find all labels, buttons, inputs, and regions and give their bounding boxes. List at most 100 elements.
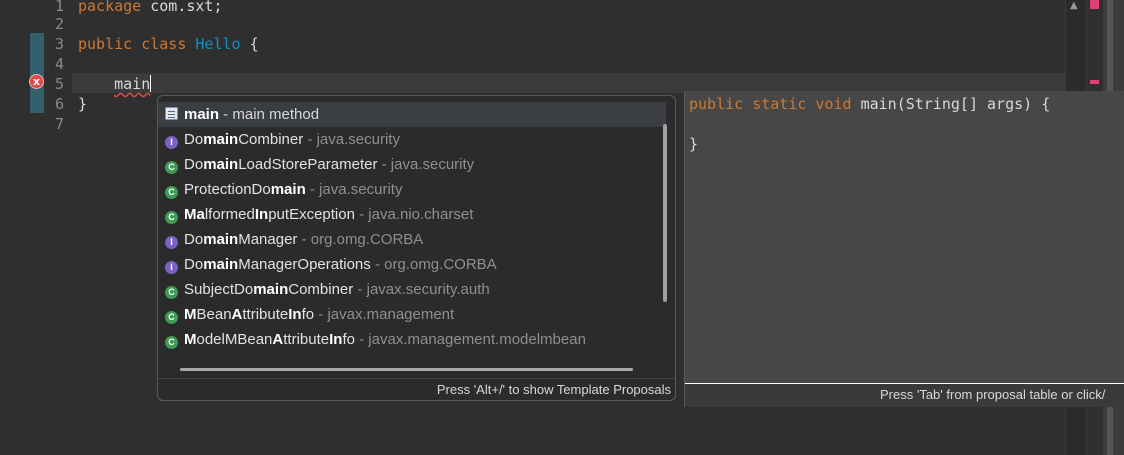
code-text: } — [689, 135, 699, 153]
line-number: 7 — [54, 115, 64, 133]
proposal-match: In — [254, 206, 269, 223]
keyword: public class — [78, 35, 187, 53]
proposal-sep: - — [314, 306, 328, 323]
proposal-name: Combiner — [288, 281, 354, 298]
proposal-name: fo — [342, 331, 355, 348]
proposal-sep: - — [297, 231, 311, 248]
proposal-name: putException — [268, 206, 355, 223]
proposal-match: main — [270, 181, 306, 198]
code-text: main(String[] args) { — [851, 95, 1051, 113]
proposal-package: java.security — [319, 181, 403, 198]
proposal-sep: - — [377, 156, 391, 173]
proposal-package: javax.management.modelmbean — [368, 331, 586, 348]
interface-icon: I — [165, 136, 178, 149]
interface-icon: I — [165, 261, 178, 274]
proposal-item[interactable]: I DomainManager - org.omg.CORBA — [158, 227, 666, 252]
code-line-1[interactable]: package com.sxt; — [78, 0, 223, 16]
proposal-name: ManagerOperations — [238, 256, 371, 273]
code-line-6[interactable]: } — [78, 94, 87, 114]
code-line-3[interactable]: public class Hello { — [78, 34, 259, 54]
proposal-match: main — [203, 231, 239, 248]
proposal-name: Do — [184, 256, 204, 273]
proposal-match: A — [272, 331, 284, 348]
proposal-item[interactable]: C DomainLoadStoreParameter - java.securit… — [158, 152, 666, 177]
proposal-match: M — [184, 331, 197, 348]
proposal-sep: - — [354, 206, 369, 223]
proposal-name: fo — [301, 306, 315, 323]
proposal-item[interactable]: C SubjectDomainCombiner - javax.security.… — [158, 277, 666, 302]
content-assist-popup[interactable]: main - main method I DomainCombiner - jav… — [157, 95, 676, 401]
line-number-gutter: 1 2 3 4 5 6 7 x — [0, 0, 72, 455]
proposal-name: ttribute — [242, 306, 289, 323]
line-number: 6 — [54, 95, 64, 113]
proposal-package: java.security — [390, 156, 475, 173]
proposal-name: ProtectionDo — [184, 181, 271, 198]
proposal-horizontal-scrollbar[interactable] — [180, 368, 633, 371]
error-overview-marker[interactable] — [1090, 0, 1099, 9]
info-code-preview: public static void main(String[] args) {… — [689, 94, 1050, 154]
scroll-up-arrow-icon[interactable]: ▲ — [1070, 0, 1078, 11]
proposal-item[interactable]: I DomainCombiner - java.security — [158, 127, 666, 152]
proposal-package: org.omg.CORBA — [310, 231, 424, 248]
error-icon[interactable]: x — [29, 74, 44, 89]
proposal-name: Combiner — [238, 131, 304, 148]
proposal-match: M — [184, 306, 197, 323]
keyword: public static void — [689, 95, 852, 113]
change-marker — [30, 33, 44, 113]
class-icon: C — [165, 311, 178, 324]
class-name: Hello — [195, 35, 241, 53]
code-text: } — [78, 95, 88, 113]
proposal-match: main — [253, 281, 289, 298]
line-number: 3 — [54, 35, 64, 53]
error-overview-marker[interactable] — [1090, 80, 1099, 84]
proposal-detail: main method — [232, 106, 320, 123]
proposal-package: javax.security.auth — [366, 281, 490, 298]
proposal-sep: - — [305, 181, 320, 198]
proposal-item[interactable]: main - main method — [158, 102, 666, 127]
proposal-name: ttribute — [283, 331, 330, 348]
proposal-match: main — [184, 106, 220, 123]
proposal-item[interactable]: C MBeanAttributeInfo - javax.management — [158, 302, 666, 327]
proposal-match: main — [203, 131, 239, 148]
class-icon: C — [165, 186, 178, 199]
proposal-name: odelMBean — [196, 331, 273, 348]
class-icon: C — [165, 211, 178, 224]
keyword: package — [78, 0, 142, 15]
proposal-vertical-scrollbar[interactable] — [663, 124, 667, 302]
class-icon: C — [165, 161, 178, 174]
proposal-package: java.nio.charset — [368, 206, 474, 223]
proposal-info-popup[interactable]: public static void main(String[] args) {… — [684, 91, 1124, 407]
proposal-name: Do — [184, 131, 204, 148]
proposal-match: main — [203, 156, 239, 173]
proposal-match: Ma — [184, 206, 205, 223]
text-caret — [150, 75, 152, 92]
proposal-sep: - — [354, 331, 369, 348]
interface-icon: I — [165, 236, 178, 249]
proposal-list[interactable]: main - main method I DomainCombiner - jav… — [158, 102, 666, 354]
current-line-highlight — [72, 73, 1092, 93]
proposal-match: In — [329, 331, 343, 348]
code-line-5[interactable]: main — [78, 74, 152, 94]
proposal-item[interactable]: I DomainManagerOperations - org.omg.CORBA — [158, 252, 666, 277]
proposal-match: main — [203, 256, 239, 273]
proposal-name: LoadStoreParameter — [238, 156, 378, 173]
proposal-name: Do — [184, 156, 204, 173]
proposal-name: Manager — [238, 231, 298, 248]
proposal-name: SubjectDo — [184, 281, 254, 298]
proposal-item[interactable]: C ProtectionDomain - java.security — [158, 177, 666, 202]
proposal-sep: - — [219, 106, 233, 123]
class-icon: C — [165, 286, 178, 299]
proposal-package: javax.management — [327, 306, 455, 323]
proposal-sep: - — [303, 131, 317, 148]
line-number: 5 — [54, 75, 64, 93]
info-status-text: Press 'Tab' from proposal table or click… — [685, 383, 1124, 407]
line-number: 2 — [54, 15, 64, 33]
code-text: com.sxt; — [141, 0, 223, 15]
line-number: 4 — [54, 55, 64, 73]
proposal-sep: - — [353, 281, 367, 298]
proposal-item[interactable]: C MalformedInputException - java.nio.char… — [158, 202, 666, 227]
proposal-match: In — [288, 306, 302, 323]
proposal-item[interactable]: C ModelMBeanAttributeInfo - javax.managem… — [158, 327, 666, 352]
proposal-package: org.omg.CORBA — [384, 256, 497, 273]
